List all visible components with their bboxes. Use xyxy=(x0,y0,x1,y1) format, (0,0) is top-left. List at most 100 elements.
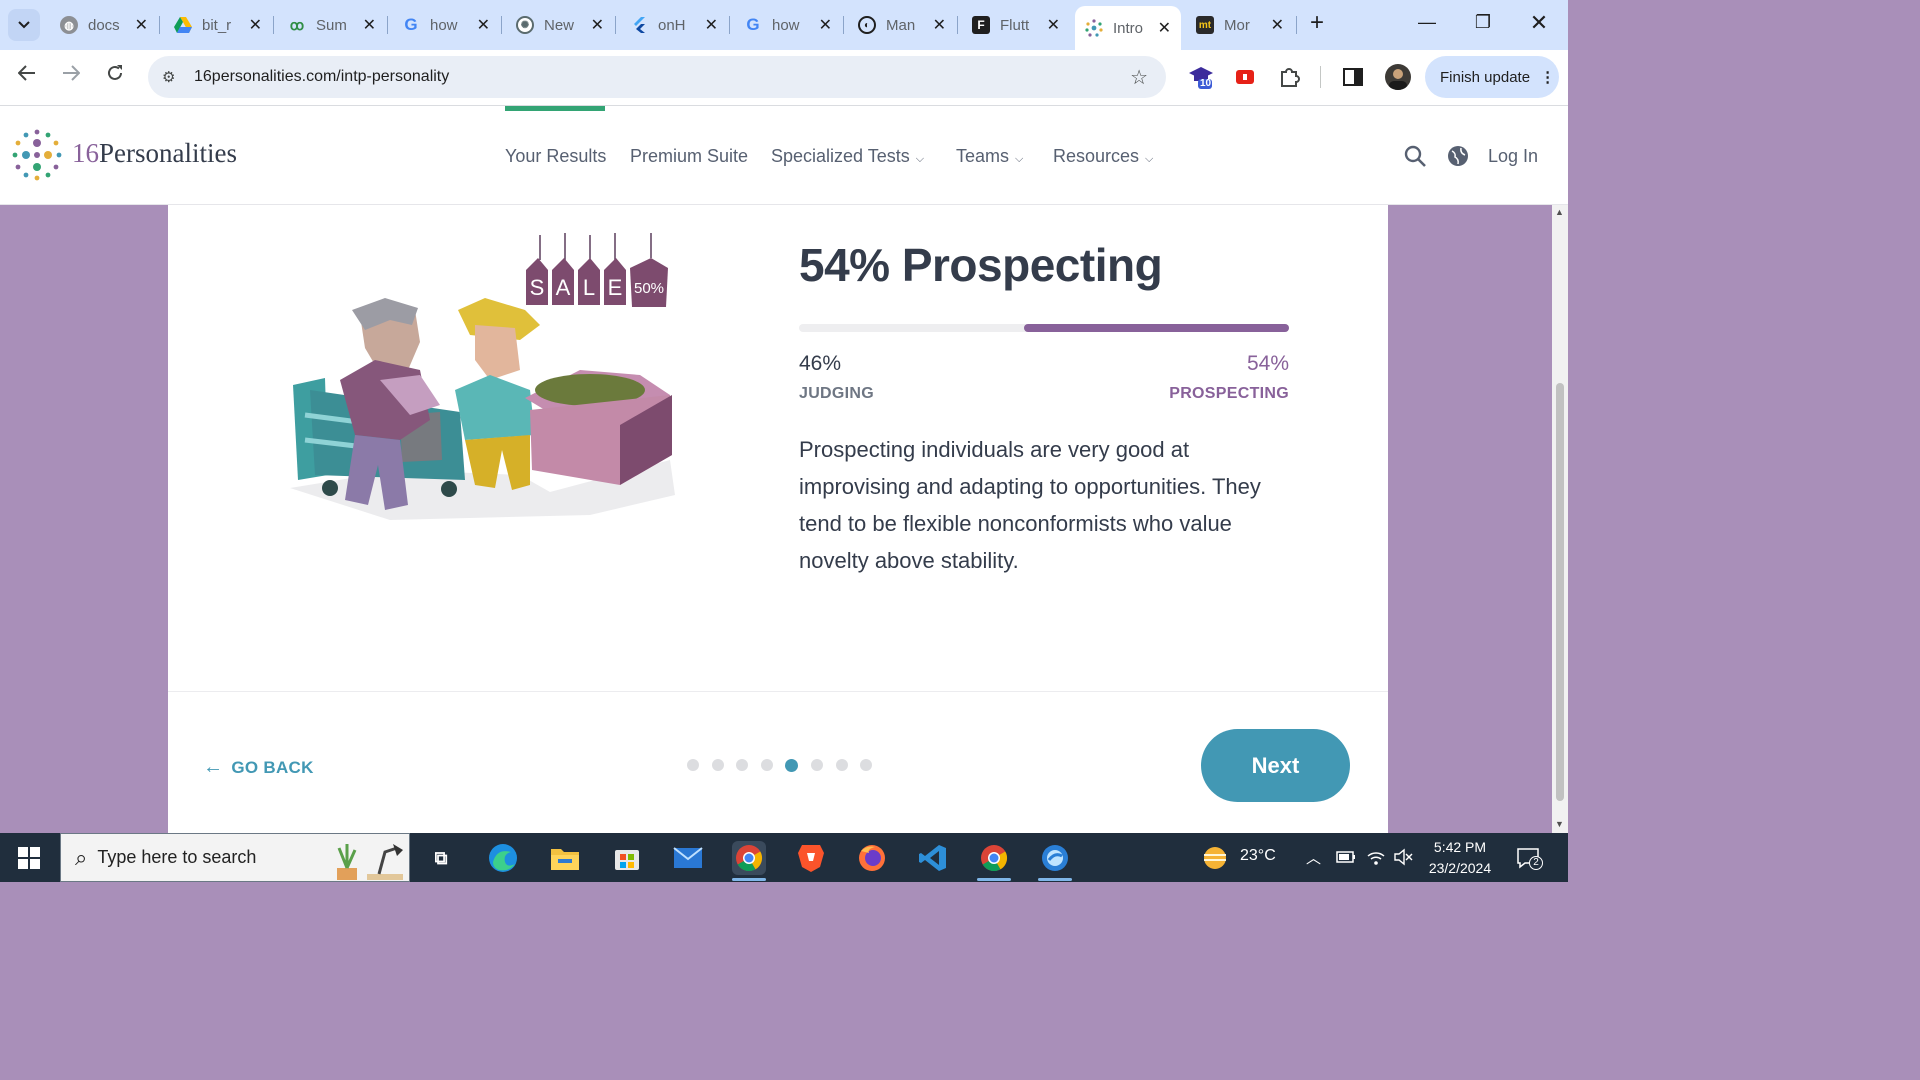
scroll-down-arrow-icon[interactable]: ▼ xyxy=(1555,819,1564,829)
tab-title: bit_r xyxy=(202,16,232,34)
browser-tab[interactable]: ꝏ Sum ✕ xyxy=(278,8,386,42)
back-button[interactable] xyxy=(13,64,41,87)
close-tab-icon[interactable]: ✕ xyxy=(135,15,148,35)
nav-specialized-tests[interactable]: Specialized Tests ⌵ xyxy=(771,146,924,167)
browser-tab[interactable]: G how ✕ xyxy=(734,8,842,42)
scroll-thumb[interactable] xyxy=(1556,383,1564,801)
clock-time: 5:42 PM xyxy=(1433,839,1487,855)
browser-tab[interactable]: bit_r ✕ xyxy=(164,8,272,42)
browser-tab[interactable]: ◐ Man ✕ xyxy=(848,8,956,42)
close-tab-icon[interactable]: ✕ xyxy=(249,15,262,35)
nav-teams[interactable]: Teams ⌵ xyxy=(956,146,1023,167)
browser-tab[interactable]: onH ✕ xyxy=(620,8,728,42)
browser-tab[interactable]: ◍ docs ✕ xyxy=(50,8,158,42)
chevron-up-icon[interactable]: ︿ xyxy=(1306,847,1321,868)
firefox-icon[interactable] xyxy=(855,841,889,875)
step-dot[interactable] xyxy=(760,759,773,771)
more-vert-icon[interactable]: ⋮ xyxy=(1540,68,1555,86)
mail-icon[interactable] xyxy=(671,841,705,875)
site-info-icon[interactable]: ⚙ xyxy=(162,68,182,86)
vscode-icon[interactable] xyxy=(916,841,950,875)
reload-button[interactable] xyxy=(101,64,129,88)
close-tab-icon[interactable]: ✕ xyxy=(477,15,490,35)
edge-icon[interactable] xyxy=(486,841,520,875)
weather-sun-icon[interactable] xyxy=(1200,844,1230,872)
arrow-left-icon: ← xyxy=(203,756,224,778)
restore-icon[interactable]: ❐ xyxy=(1468,12,1498,33)
step-dot[interactable] xyxy=(711,759,724,771)
minimize-icon[interactable]: — xyxy=(1412,12,1442,33)
weather-temperature[interactable]: 23°C xyxy=(1240,847,1276,865)
close-tab-icon[interactable]: ✕ xyxy=(363,15,376,35)
finish-update-button[interactable]: Finish update ⋮ xyxy=(1425,56,1559,98)
shopping-sale-illustration: S A L E 50% xyxy=(290,233,675,520)
youtube-extension-icon[interactable] xyxy=(1232,64,1258,90)
microsoft-store-icon[interactable] xyxy=(610,841,644,875)
step-dot[interactable] xyxy=(736,759,749,771)
step-dot-current[interactable] xyxy=(785,759,799,772)
close-tab-icon[interactable]: ✕ xyxy=(819,15,832,35)
chevron-down-icon: ⌵ xyxy=(1145,153,1154,165)
step-dot[interactable] xyxy=(687,759,699,771)
google-icon: G xyxy=(746,15,760,34)
file-explorer-icon[interactable] xyxy=(548,841,582,875)
brave-icon[interactable] xyxy=(794,841,828,875)
close-tab-icon[interactable]: ✕ xyxy=(1271,15,1284,35)
browser-tab[interactable]: F Flutt ✕ xyxy=(962,8,1070,42)
profile-avatar[interactable] xyxy=(1385,64,1411,90)
tab-search-button[interactable] xyxy=(8,9,40,41)
browser-tab-active[interactable]: Intro ✕ xyxy=(1075,6,1181,50)
new-tab-button[interactable]: + xyxy=(1302,9,1332,37)
forward-button[interactable] xyxy=(57,64,85,87)
url-text[interactable]: 16personalities.com/intp-personality xyxy=(194,68,449,86)
login-link[interactable]: Log In xyxy=(1488,146,1538,167)
go-back-label: GO BACK xyxy=(231,757,314,777)
speaker-muted-icon[interactable] xyxy=(1393,848,1413,866)
close-tab-icon[interactable]: ✕ xyxy=(1158,18,1171,38)
taskbar-search-box[interactable]: ⌕ Type here to search xyxy=(60,833,410,882)
next-button[interactable]: Next xyxy=(1201,729,1350,802)
close-window-icon[interactable]: ✕ xyxy=(1524,10,1554,36)
address-bar[interactable]: ⚙ 16personalities.com/intp-personality ☆ xyxy=(148,56,1166,98)
nav-your-results[interactable]: Your Results xyxy=(505,146,606,167)
go-back-button[interactable]: ← GO BACK xyxy=(203,756,314,779)
close-tab-icon[interactable]: ✕ xyxy=(591,15,604,35)
battery-icon[interactable] xyxy=(1336,851,1356,863)
step-dot[interactable] xyxy=(860,759,873,771)
notification-center-icon[interactable]: 2 xyxy=(1516,847,1544,871)
bookmark-star-icon[interactable]: ☆ xyxy=(1130,65,1148,90)
scroll-up-arrow-icon[interactable]: ▲ xyxy=(1555,207,1564,217)
step-dot[interactable] xyxy=(835,759,848,771)
wifi-icon[interactable] xyxy=(1366,848,1386,866)
search-highlight-plant-icon xyxy=(337,844,403,880)
search-icon[interactable] xyxy=(1403,144,1427,168)
close-tab-icon[interactable]: ✕ xyxy=(1047,15,1060,35)
globe-language-icon[interactable] xyxy=(1446,144,1470,168)
browser-tab[interactable]: mt Mor ✕ xyxy=(1186,8,1294,42)
side-panel-icon[interactable] xyxy=(1340,64,1366,90)
site-logo-text[interactable]: 16Personalities xyxy=(72,138,237,169)
browser-tab[interactable]: ✺ New ✕ xyxy=(506,8,614,42)
nav-label: Resources xyxy=(1053,146,1140,166)
nav-label: Teams xyxy=(956,146,1010,166)
nav-active-indicator xyxy=(505,106,605,111)
chrome-icon[interactable] xyxy=(732,841,766,875)
running-app-indicator xyxy=(1038,878,1072,881)
system-clock[interactable]: 5:42 PM 23/2/2024 xyxy=(1424,837,1496,879)
extension-graduation-icon[interactable]: 10 xyxy=(1188,64,1214,90)
task-view-icon[interactable]: ⧉ xyxy=(424,841,458,875)
nav-premium-suite[interactable]: Premium Suite xyxy=(630,146,748,167)
card-divider xyxy=(168,691,1388,692)
close-tab-icon[interactable]: ✕ xyxy=(705,15,718,35)
extensions-puzzle-icon[interactable] xyxy=(1276,64,1302,90)
page-scrollbar[interactable]: ▲ ▼ xyxy=(1552,205,1568,833)
16personalities-logo-icon[interactable] xyxy=(10,128,64,182)
tab-title: Mor xyxy=(1224,16,1250,34)
browser-tab[interactable]: G how ✕ xyxy=(392,8,500,42)
remote-desktop-icon[interactable] xyxy=(1038,841,1072,875)
nav-resources[interactable]: Resources ⌵ xyxy=(1053,146,1153,167)
windows-start-icon[interactable] xyxy=(18,847,40,869)
close-tab-icon[interactable]: ✕ xyxy=(933,15,946,35)
chrome-profile-icon[interactable] xyxy=(977,841,1011,875)
step-dot[interactable] xyxy=(810,759,823,771)
